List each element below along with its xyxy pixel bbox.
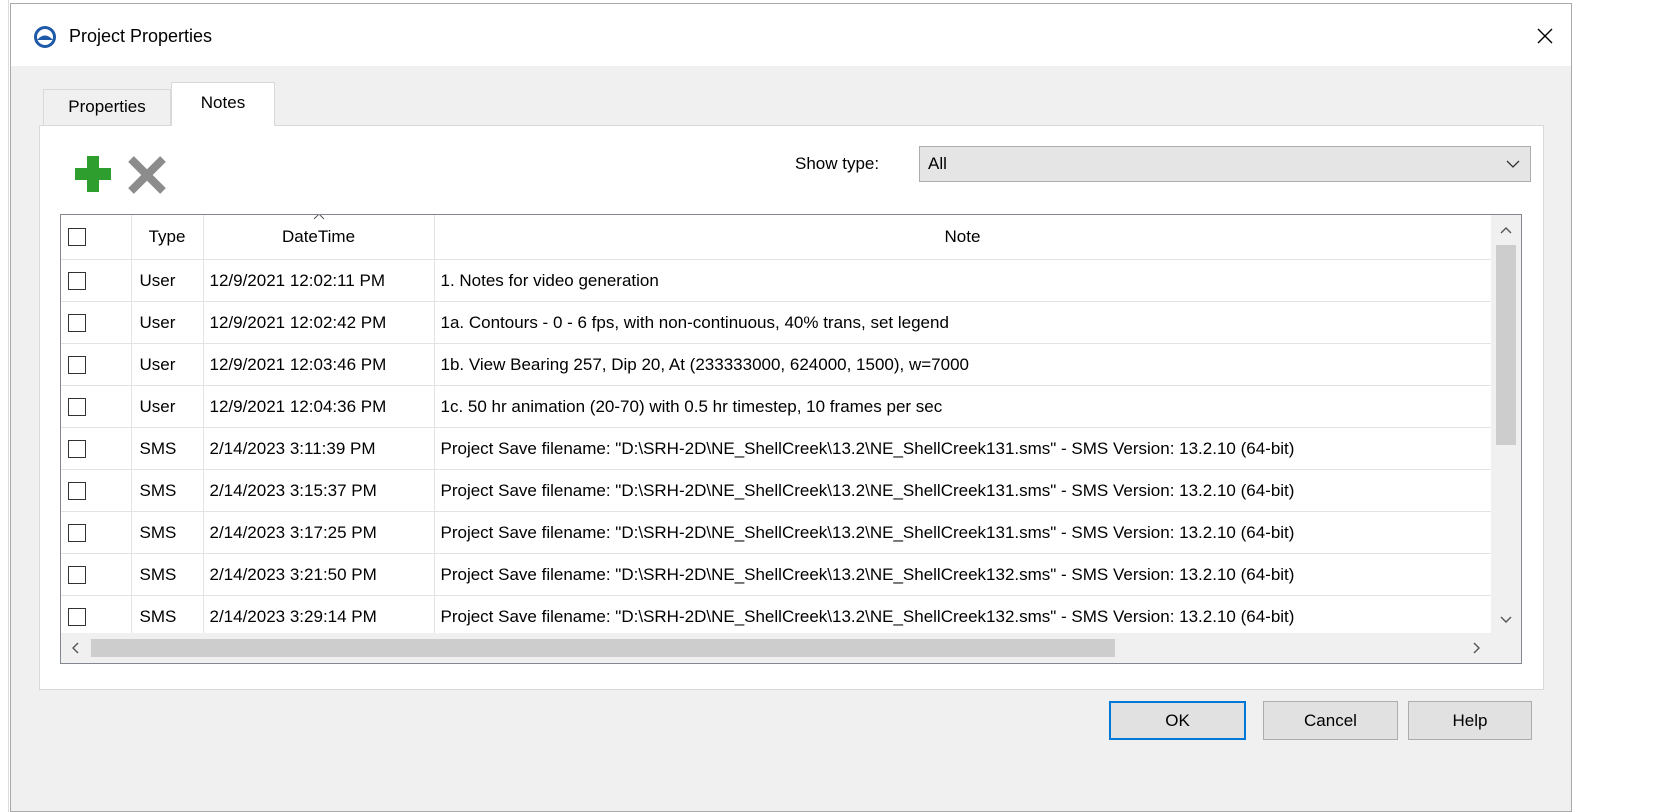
chevron-left-icon [72, 642, 79, 654]
cell-note: Project Save filename: "D:\SRH-2D\NE_She… [433, 427, 1492, 470]
add-note-button[interactable] [73, 154, 113, 194]
cell-datetime: 2/14/2023 3:15:37 PM [202, 469, 435, 512]
cell-note: Project Save filename: "D:\SRH-2D\NE_She… [433, 511, 1492, 554]
cell-note: 1. Notes for video generation [433, 259, 1492, 302]
horizontal-scroll-thumb[interactable] [91, 639, 1115, 657]
header-datetime[interactable]: DateTime [202, 215, 435, 260]
show-type-value: All [928, 154, 947, 173]
show-type-label: Show type: [795, 154, 880, 173]
cell-type: SMS [130, 553, 204, 596]
table-row[interactable]: SMS 2/14/2023 3:15:37 PM Project Save fi… [61, 469, 1492, 512]
cell-note: 1c. 50 hr animation (20-70) with 0.5 hr … [433, 385, 1492, 428]
x-delete-icon [128, 156, 166, 194]
sort-ascending-icon [313, 215, 324, 220]
cell-type: User [130, 343, 204, 386]
notes-panel: Show type: All Type DateTime Note User 1… [39, 125, 1544, 690]
close-button[interactable] [1527, 18, 1563, 54]
cell-datetime: 12/9/2021 12:02:42 PM [202, 301, 435, 344]
cell-datetime: 2/14/2023 3:17:25 PM [202, 511, 435, 554]
cell-type: SMS [130, 469, 204, 512]
cell-type: SMS [130, 427, 204, 470]
cell-type: User [130, 259, 204, 302]
app-logo-icon [33, 25, 57, 49]
scroll-up-button[interactable] [1491, 215, 1521, 245]
cell-datetime: 2/14/2023 3:29:14 PM [202, 595, 435, 638]
row-checkbox[interactable] [68, 271, 86, 290]
header-datetime-label: DateTime [281, 227, 356, 246]
cell-note: Project Save filename: "D:\SRH-2D\NE_She… [433, 595, 1492, 638]
chevron-up-icon [1500, 227, 1512, 234]
plus-icon [75, 156, 111, 192]
row-checkbox[interactable] [68, 565, 86, 584]
table-row[interactable]: User 12/9/2021 12:03:46 PM 1b. View Bear… [61, 343, 1492, 386]
cell-note: Project Save filename: "D:\SRH-2D\NE_She… [433, 469, 1492, 512]
cell-datetime: 12/9/2021 12:02:11 PM [202, 259, 435, 302]
cell-type: SMS [130, 511, 204, 554]
row-checkbox[interactable] [68, 313, 86, 332]
notes-grid: Type DateTime Note User 12/9/2021 12:02:… [60, 214, 1522, 664]
background-window-edge [0, 0, 10, 812]
notes-table: Type DateTime Note User 12/9/2021 12:02:… [61, 215, 1492, 638]
row-checkbox[interactable] [68, 397, 86, 416]
cell-type: User [130, 385, 204, 428]
header-type[interactable]: Type [130, 215, 204, 260]
table-row[interactable]: SMS 2/14/2023 3:21:50 PM Project Save fi… [61, 553, 1492, 596]
scroll-down-button[interactable] [1491, 605, 1521, 635]
row-checkbox[interactable] [68, 439, 86, 458]
horizontal-scrollbar[interactable] [61, 633, 1491, 663]
cell-datetime: 12/9/2021 12:04:36 PM [202, 385, 435, 428]
tab-notes[interactable]: Notes [171, 82, 275, 126]
delete-note-button[interactable] [126, 154, 168, 196]
row-checkbox[interactable] [68, 481, 86, 500]
header-select-all[interactable] [61, 215, 132, 260]
row-checkbox[interactable] [68, 523, 86, 542]
select-all-checkbox[interactable] [68, 228, 86, 246]
scrollbar-corner [1491, 633, 1521, 663]
window-title: Project Properties [69, 26, 213, 46]
vertical-scroll-thumb[interactable] [1496, 245, 1516, 445]
vertical-scrollbar[interactable] [1491, 215, 1521, 635]
cancel-button[interactable]: Cancel [1263, 701, 1398, 740]
show-type-dropdown[interactable]: All [919, 146, 1531, 182]
cell-datetime: 2/14/2023 3:21:50 PM [202, 553, 435, 596]
cell-type: SMS [130, 595, 204, 638]
table-header-row: Type DateTime Note [61, 215, 1492, 260]
row-checkbox[interactable] [68, 607, 86, 626]
scroll-left-button[interactable] [61, 633, 91, 663]
header-note[interactable]: Note [433, 215, 1492, 260]
table-row[interactable]: SMS 2/14/2023 3:17:25 PM Project Save fi… [61, 511, 1492, 554]
cell-note: 1b. View Bearing 257, Dip 20, At (233333… [433, 343, 1492, 386]
table-row[interactable]: SMS 2/14/2023 3:11:39 PM Project Save fi… [61, 427, 1492, 470]
ok-button[interactable]: OK [1109, 701, 1246, 740]
table-row[interactable]: User 12/9/2021 12:02:11 PM 1. Notes for … [61, 259, 1492, 302]
table-row[interactable]: User 12/9/2021 12:04:36 PM 1c. 50 hr ani… [61, 385, 1492, 428]
table-row[interactable]: SMS 2/14/2023 3:29:14 PM Project Save fi… [61, 595, 1492, 638]
project-properties-dialog: Project Properties Properties Notes Show… [10, 3, 1572, 812]
tab-properties[interactable]: Properties [43, 89, 171, 125]
chevron-down-icon [1506, 160, 1520, 168]
help-button[interactable]: Help [1408, 701, 1532, 740]
title-bar: Project Properties [11, 4, 1571, 66]
cell-datetime: 2/14/2023 3:11:39 PM [202, 427, 435, 470]
row-checkbox[interactable] [68, 355, 86, 374]
cell-type: User [130, 301, 204, 344]
chevron-right-icon [1473, 642, 1480, 654]
cell-note: 1a. Contours - 0 - 6 fps, with non-conti… [433, 301, 1492, 344]
close-icon [1537, 28, 1553, 44]
cell-note: Project Save filename: "D:\SRH-2D\NE_She… [433, 553, 1492, 596]
scroll-right-button[interactable] [1461, 633, 1491, 663]
table-row[interactable]: User 12/9/2021 12:02:42 PM 1a. Contours … [61, 301, 1492, 344]
chevron-down-icon [1500, 616, 1512, 623]
cell-datetime: 12/9/2021 12:03:46 PM [202, 343, 435, 386]
